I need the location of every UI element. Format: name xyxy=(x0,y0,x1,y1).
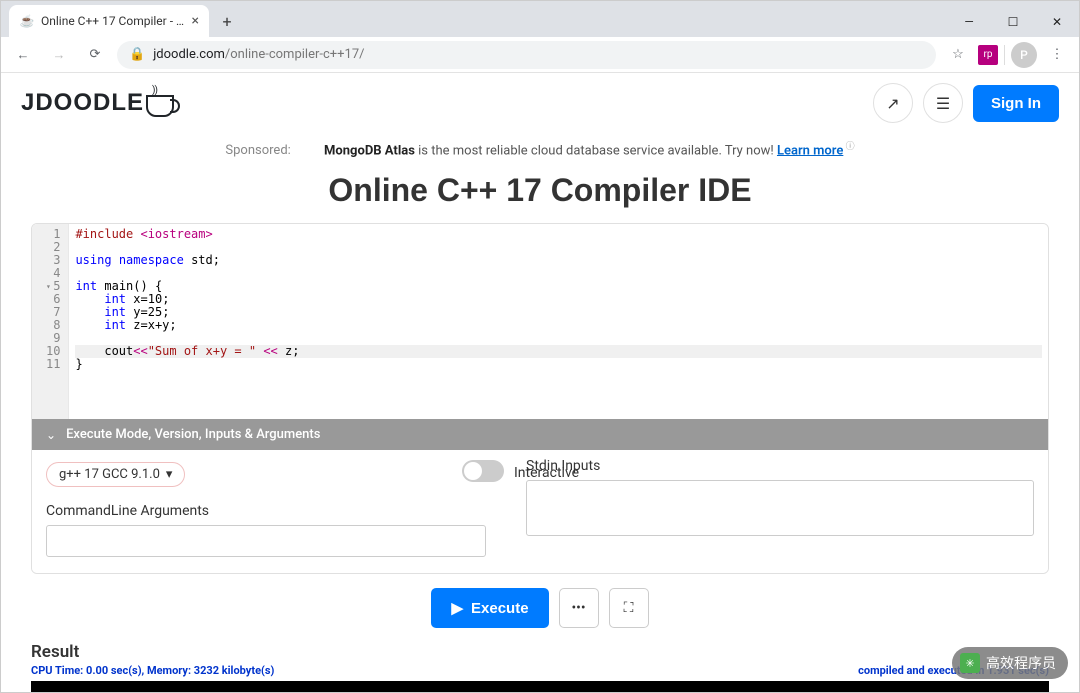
exec-controls: g++ 17 GCC 9.1.0 ▾ Interactive CommandLi… xyxy=(32,450,1048,573)
site-header: JDOODLE )) ↗ ☰ Sign In xyxy=(1,73,1079,133)
stdin-input[interactable] xyxy=(526,480,1034,536)
ide-panel: 1234567891011 #include <iostream> using … xyxy=(31,223,1049,574)
window-close-button[interactable]: ✕ xyxy=(1035,7,1079,37)
browser-titlebar: ☕ Online C++ 17 Compiler - Onl × + — ☐ ✕ xyxy=(1,1,1079,37)
cup-icon: )) xyxy=(146,95,174,117)
menu-button[interactable]: ☰ xyxy=(923,83,963,123)
stdin-label: Stdin Inputs xyxy=(526,458,1034,474)
url-domain: jdoodle.com xyxy=(153,47,225,62)
favicon-icon: ☕ xyxy=(19,13,35,29)
nav-reload-button[interactable]: ⟳ xyxy=(81,41,109,69)
chevron-down-icon: ▾ xyxy=(166,467,173,482)
cmdline-label: CommandLine Arguments xyxy=(46,503,486,519)
line-gutter: 1234567891011 xyxy=(32,224,69,419)
output-terminal: Sum of x+y = 35 xyxy=(31,681,1049,692)
page-content: JDOODLE )) ↗ ☰ Sign In Sponsored: MongoD… xyxy=(1,73,1079,692)
address-bar[interactable]: 🔒 jdoodle.com/online-compiler-c++17/ xyxy=(117,41,936,69)
signin-button[interactable]: Sign In xyxy=(973,85,1059,122)
interactive-label: Interactive xyxy=(514,465,579,481)
cmdline-input[interactable] xyxy=(46,525,486,557)
browser-tab[interactable]: ☕ Online C++ 17 Compiler - Onl × xyxy=(9,5,209,37)
code-editor[interactable]: 1234567891011 #include <iostream> using … xyxy=(32,224,1048,419)
extension-icon[interactable]: rp xyxy=(978,45,998,65)
result-title: Result xyxy=(31,642,1049,662)
window-maximize-button[interactable]: ☐ xyxy=(991,7,1035,37)
browser-menu-button[interactable]: ⋮ xyxy=(1043,41,1071,69)
window-minimize-button[interactable]: — xyxy=(947,7,991,37)
play-icon: ▶ xyxy=(451,599,463,617)
url-path: /online-compiler-c++17/ xyxy=(225,47,365,62)
sponsored-text: is the most reliable cloud database serv… xyxy=(415,143,777,158)
fullscreen-button[interactable]: ⛶ xyxy=(609,588,649,628)
info-icon[interactable]: ⓘ xyxy=(843,142,854,152)
dots-icon: ••• xyxy=(571,600,585,616)
wechat-icon: ✳ xyxy=(960,653,980,673)
interactive-toggle[interactable] xyxy=(462,460,504,482)
lock-icon: 🔒 xyxy=(129,47,145,62)
browser-toolbar: ← → ⟳ 🔒 jdoodle.com/online-compiler-c++1… xyxy=(1,37,1079,73)
page-title: Online C++ 17 Compiler IDE xyxy=(1,172,1079,209)
exec-mode-label: Execute Mode, Version, Inputs & Argument… xyxy=(66,427,320,442)
tab-close-icon[interactable]: × xyxy=(192,13,199,29)
divider xyxy=(1004,45,1005,65)
exec-mode-header[interactable]: ⌄ Execute Mode, Version, Inputs & Argume… xyxy=(32,419,1048,450)
share-icon: ↗ xyxy=(886,94,899,113)
cpu-memory-stats: CPU Time: 0.00 sec(s), Memory: 3232 kilo… xyxy=(31,664,274,677)
watermark: ✳ 高效程序员 xyxy=(952,647,1068,679)
sponsored-link[interactable]: Learn more xyxy=(777,143,843,158)
result-section: Result CPU Time: 0.00 sec(s), Memory: 32… xyxy=(31,642,1049,692)
fullscreen-icon: ⛶ xyxy=(624,600,634,616)
action-bar: ▶ Execute ••• ⛶ xyxy=(1,588,1079,628)
new-tab-button[interactable]: + xyxy=(213,7,241,35)
site-logo[interactable]: JDOODLE )) xyxy=(21,89,174,117)
profile-avatar[interactable]: P xyxy=(1011,42,1037,68)
chevron-down-icon: ⌄ xyxy=(46,428,56,442)
more-options-button[interactable]: ••• xyxy=(559,588,599,628)
sponsored-banner: Sponsored: MongoDB Atlas is the most rel… xyxy=(1,133,1079,164)
nav-back-button[interactable]: ← xyxy=(9,41,37,69)
execute-button[interactable]: ▶ Execute xyxy=(431,588,548,628)
sponsored-brand: MongoDB Atlas xyxy=(324,143,415,158)
tab-title: Online C++ 17 Compiler - Onl xyxy=(41,14,186,28)
nav-forward-button[interactable]: → xyxy=(45,41,73,69)
code-area[interactable]: #include <iostream> using namespace std;… xyxy=(69,224,1048,419)
bookmark-star-icon[interactable]: ☆ xyxy=(944,41,972,69)
compiler-version-select[interactable]: g++ 17 GCC 9.1.0 ▾ xyxy=(46,462,185,487)
sponsored-label: Sponsored: xyxy=(225,143,290,158)
hamburger-icon: ☰ xyxy=(936,94,950,113)
share-button[interactable]: ↗ xyxy=(873,83,913,123)
